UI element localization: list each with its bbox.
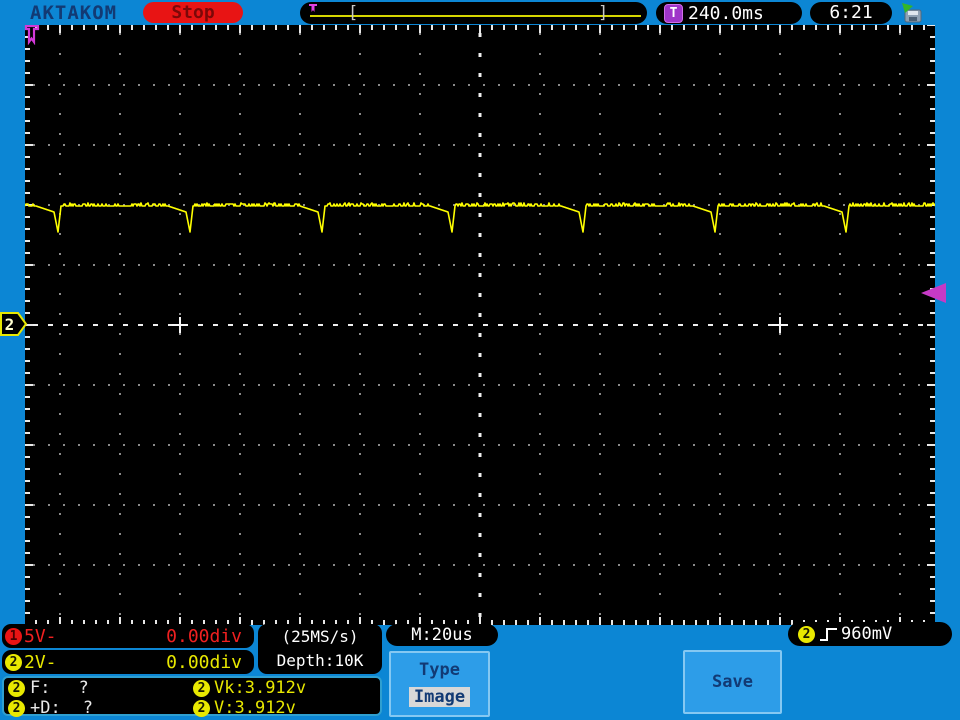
trigger-level-readout: 2 960mV	[788, 622, 952, 646]
measure-label: +D:	[30, 698, 61, 718]
ch2-zero-label: 2	[5, 315, 15, 334]
measure-value: 3.912v	[234, 698, 296, 718]
ch1-scale-box: 1 5V- 0.00div	[2, 624, 254, 648]
trigger-time-value: 240.0ms	[688, 2, 764, 24]
measure-label: Vk:	[214, 678, 245, 698]
softkey-type-button[interactable]: Type Image	[389, 651, 490, 717]
ch2-scale-box: 2 2V- 0.00div	[2, 650, 254, 674]
trigger-source-badge: 2	[798, 625, 815, 643]
measure-label: F:	[30, 678, 51, 698]
brand-logo: AKTAKOM	[30, 2, 118, 24]
window-left-bracket: [	[348, 3, 359, 23]
measurement-vk: 2 Vk: 3.912v	[193, 678, 380, 698]
ch2-badge: 2	[193, 679, 210, 697]
ch2-offset: 0.00div	[166, 651, 242, 673]
record-window-line	[310, 15, 641, 17]
scope-display	[25, 25, 935, 625]
ch1-badge: 1	[5, 627, 22, 645]
top-bar: AKTAKOM Stop [ ] T 240.0ms 6:21	[0, 0, 960, 25]
ch1-offset: 0.00div	[166, 625, 242, 647]
trigger-level-arrow[interactable]	[921, 283, 946, 303]
measure-value: 3.912v	[244, 678, 307, 698]
trigger-time-readout: T 240.0ms	[656, 2, 802, 24]
softkey-save-button[interactable]: Save	[683, 650, 782, 714]
trigger-position-marker-icon	[309, 4, 317, 12]
timebase-readout: M:20us	[386, 624, 498, 646]
measure-value: ?	[78, 678, 89, 698]
rising-edge-icon	[820, 627, 837, 641]
graticule-and-trace	[25, 25, 935, 625]
ch2-badge: 2	[8, 699, 25, 717]
measure-value: ?	[82, 698, 93, 718]
ch2-badge: 2	[8, 679, 25, 697]
ch2-zero-marker[interactable]: 2	[0, 310, 28, 338]
run-state-badge: Stop	[143, 2, 243, 23]
ch2-scale: 2V-	[24, 651, 57, 673]
trigger-hpos-flag-icon	[24, 25, 40, 45]
measurement-freq: 2 F: ?	[8, 678, 193, 698]
acquisition-box: (25MS/s) Depth:10K	[258, 624, 382, 674]
trigger-position-bar[interactable]: [ ]	[300, 2, 647, 24]
oscilloscope-screen: AKTAKOM Stop [ ] T 240.0ms 6:21 2 1 5V- …	[0, 0, 960, 720]
ch1-scale: 5V-	[24, 625, 57, 647]
type-label: Type	[419, 660, 460, 680]
sample-rate: (25MS/s)	[281, 627, 359, 646]
ch2-badge: 2	[193, 699, 210, 717]
measure-label: V:	[214, 698, 235, 718]
usb-save-icon	[902, 3, 922, 23]
measurement-duty: 2 +D: ?	[8, 698, 193, 718]
window-right-bracket: ]	[598, 3, 609, 23]
measurement-box: 2 F: ? 2 Vk: 3.912v 2 +D: ? 2 V: 3.912v	[2, 676, 382, 718]
trigger-t-icon: T	[664, 3, 683, 23]
measurement-v: 2 V: 3.912v	[193, 698, 380, 718]
save-label: Save	[712, 672, 753, 692]
ch2-badge: 2	[5, 653, 22, 671]
memory-depth: Depth:10K	[276, 651, 364, 670]
type-value-selected[interactable]: Image	[408, 687, 471, 707]
trigger-level-value: 960mV	[841, 624, 893, 644]
clock-readout: 6:21	[810, 2, 892, 24]
